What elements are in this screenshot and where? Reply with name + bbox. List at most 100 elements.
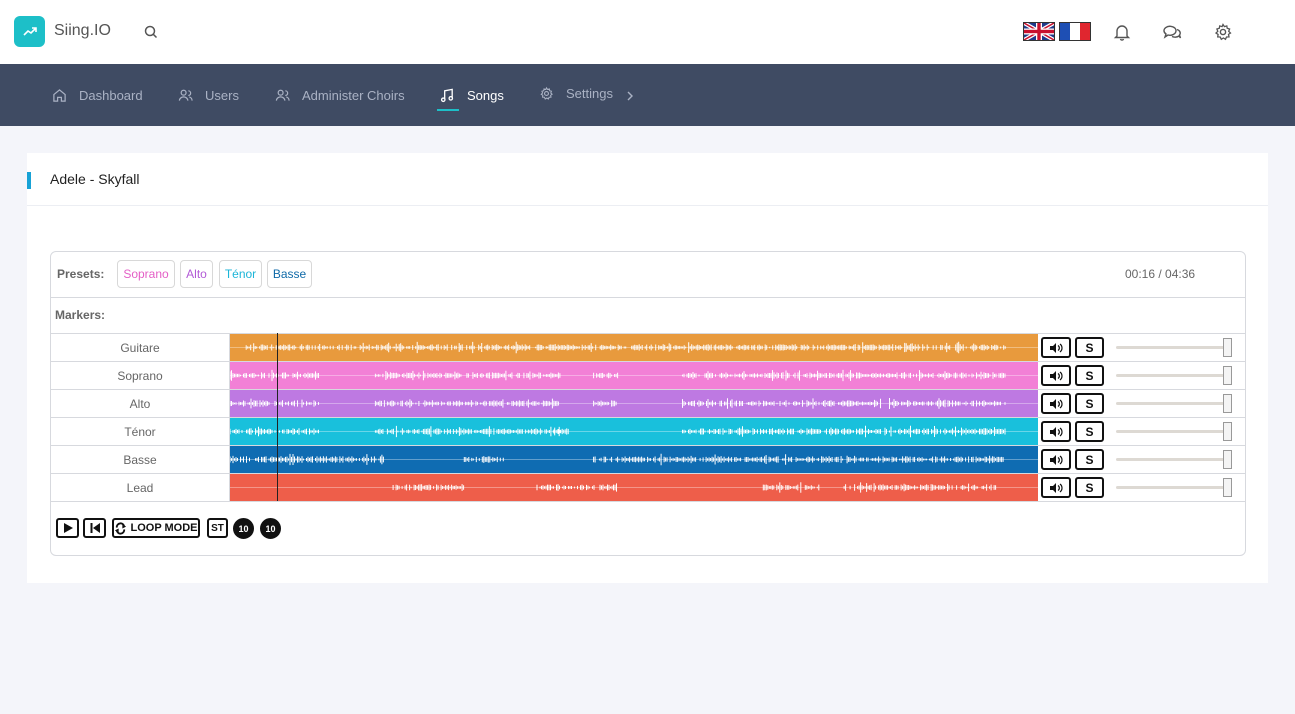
speaker-icon xyxy=(1050,342,1063,353)
solo-button[interactable]: S xyxy=(1075,365,1104,386)
track-row: Alto S xyxy=(51,390,1245,418)
volume-slider-handle[interactable] xyxy=(1223,422,1232,441)
rewind-10-label: 10 xyxy=(238,523,249,534)
mute-button[interactable] xyxy=(1041,393,1071,414)
volume-slider-handle[interactable] xyxy=(1223,450,1232,469)
loop-icon xyxy=(115,521,127,535)
nav-label-songs: Songs xyxy=(467,87,504,103)
volume-slider-handle[interactable] xyxy=(1223,394,1232,413)
nav-item-administer-choirs[interactable]: Administer Choirs xyxy=(275,64,405,126)
track-waveform[interactable] xyxy=(230,446,1038,473)
solo-button[interactable]: S xyxy=(1075,337,1104,358)
waveform-graphic xyxy=(230,453,1038,466)
solo-button[interactable]: S xyxy=(1075,393,1104,414)
chat-icon[interactable] xyxy=(1162,22,1182,42)
track-name[interactable]: Ténor xyxy=(51,418,230,445)
solo-button[interactable]: S xyxy=(1075,477,1104,498)
volume-slider[interactable] xyxy=(1116,346,1228,349)
volume-slider-handle[interactable] xyxy=(1223,338,1232,357)
play-icon xyxy=(63,523,73,533)
volume-slider[interactable] xyxy=(1116,486,1228,489)
search-icon[interactable] xyxy=(143,24,159,40)
logo-icon[interactable] xyxy=(14,16,45,47)
track-row: Basse S xyxy=(51,446,1245,474)
track-waveform[interactable] xyxy=(230,418,1038,445)
presets-label: Presets: xyxy=(57,267,105,281)
speaker-icon xyxy=(1050,426,1063,437)
track-row: Soprano S xyxy=(51,362,1245,390)
waveform-graphic xyxy=(230,341,1038,354)
playhead-cursor[interactable] xyxy=(276,333,278,501)
stereo-button[interactable]: ST xyxy=(207,518,228,538)
preset-soprano-button[interactable]: Soprano xyxy=(117,260,175,288)
track-row: Guitare S xyxy=(51,334,1245,362)
divider xyxy=(51,297,1245,298)
waveform-graphic xyxy=(230,425,1038,438)
song-card: Adele - Skyfall Presets: Soprano Alto Té… xyxy=(27,153,1268,583)
track-name[interactable]: Lead xyxy=(51,474,230,501)
track-name[interactable]: Basse xyxy=(51,446,230,473)
track-name[interactable]: Soprano xyxy=(51,362,230,389)
track-waveform[interactable] xyxy=(230,390,1038,417)
track-row: Ténor S xyxy=(51,418,1245,446)
bell-icon[interactable] xyxy=(1112,22,1132,42)
mute-button[interactable] xyxy=(1041,421,1071,442)
nav-item-users[interactable]: Users xyxy=(178,64,239,126)
mute-button[interactable] xyxy=(1041,449,1071,470)
play-button[interactable] xyxy=(56,518,79,538)
solo-button[interactable]: S xyxy=(1075,421,1104,442)
gear-icon[interactable] xyxy=(1213,22,1233,42)
nav-item-songs[interactable]: Songs xyxy=(440,64,504,126)
volume-slider-handle[interactable] xyxy=(1223,478,1232,497)
title-accent xyxy=(27,172,31,189)
music-note-icon xyxy=(440,88,454,102)
fr-flag-icon[interactable] xyxy=(1059,22,1091,41)
track-waveform[interactable] xyxy=(230,334,1038,361)
track-waveform[interactable] xyxy=(230,362,1038,389)
chevron-right-icon[interactable] xyxy=(624,88,636,104)
track-row: Lead S xyxy=(51,474,1245,502)
nav-label-settings: Settings xyxy=(566,85,613,101)
speaker-icon xyxy=(1050,454,1063,465)
speaker-icon xyxy=(1050,370,1063,381)
nav-item-dashboard[interactable]: Dashboard xyxy=(52,64,143,126)
speaker-icon xyxy=(1050,398,1063,409)
waveform-graphic xyxy=(230,369,1038,382)
speaker-icon xyxy=(1050,482,1063,493)
track-waveform[interactable] xyxy=(230,474,1038,501)
nav-label-users: Users xyxy=(205,87,239,103)
preset-tenor-button[interactable]: Ténor xyxy=(219,260,262,288)
skip-to-start-button[interactable] xyxy=(83,518,106,538)
nav-item-settings[interactable]: Settings xyxy=(539,62,613,124)
solo-button[interactable]: S xyxy=(1075,449,1104,470)
skip-back-icon xyxy=(90,523,100,533)
rewind-10-button[interactable]: 10 xyxy=(233,518,254,539)
preset-basse-button[interactable]: Basse xyxy=(267,260,312,288)
home-icon xyxy=(53,88,66,102)
waveform-graphic xyxy=(230,482,1038,493)
mute-button[interactable] xyxy=(1041,337,1071,358)
volume-slider[interactable] xyxy=(1116,458,1228,461)
playback-time: 00:16 / 04:36 xyxy=(1125,267,1196,281)
volume-slider[interactable] xyxy=(1116,374,1228,377)
track-name[interactable]: Alto xyxy=(51,390,230,417)
song-title: Adele - Skyfall xyxy=(50,171,140,187)
users-icon xyxy=(178,89,193,101)
track-name[interactable]: Guitare xyxy=(51,334,230,361)
volume-slider[interactable] xyxy=(1116,430,1228,433)
brand-name: Siing.IO xyxy=(54,22,111,39)
mute-button[interactable] xyxy=(1041,365,1071,386)
users-icon xyxy=(275,89,290,101)
volume-slider[interactable] xyxy=(1116,402,1228,405)
forward-10-button[interactable]: 10 xyxy=(260,518,281,539)
forward-10-label: 10 xyxy=(265,523,276,534)
loop-mode-button[interactable]: LOOP MODE xyxy=(112,518,200,538)
volume-slider-handle[interactable] xyxy=(1223,366,1232,385)
uk-flag-icon[interactable] xyxy=(1023,22,1055,41)
preset-alto-button[interactable]: Alto xyxy=(180,260,213,288)
nav-label-dashboard: Dashboard xyxy=(79,87,143,103)
mute-button[interactable] xyxy=(1041,477,1071,498)
card-divider xyxy=(27,205,1268,206)
top-bar: Siing.IO xyxy=(0,0,1295,64)
waveform-graphic xyxy=(230,398,1038,409)
